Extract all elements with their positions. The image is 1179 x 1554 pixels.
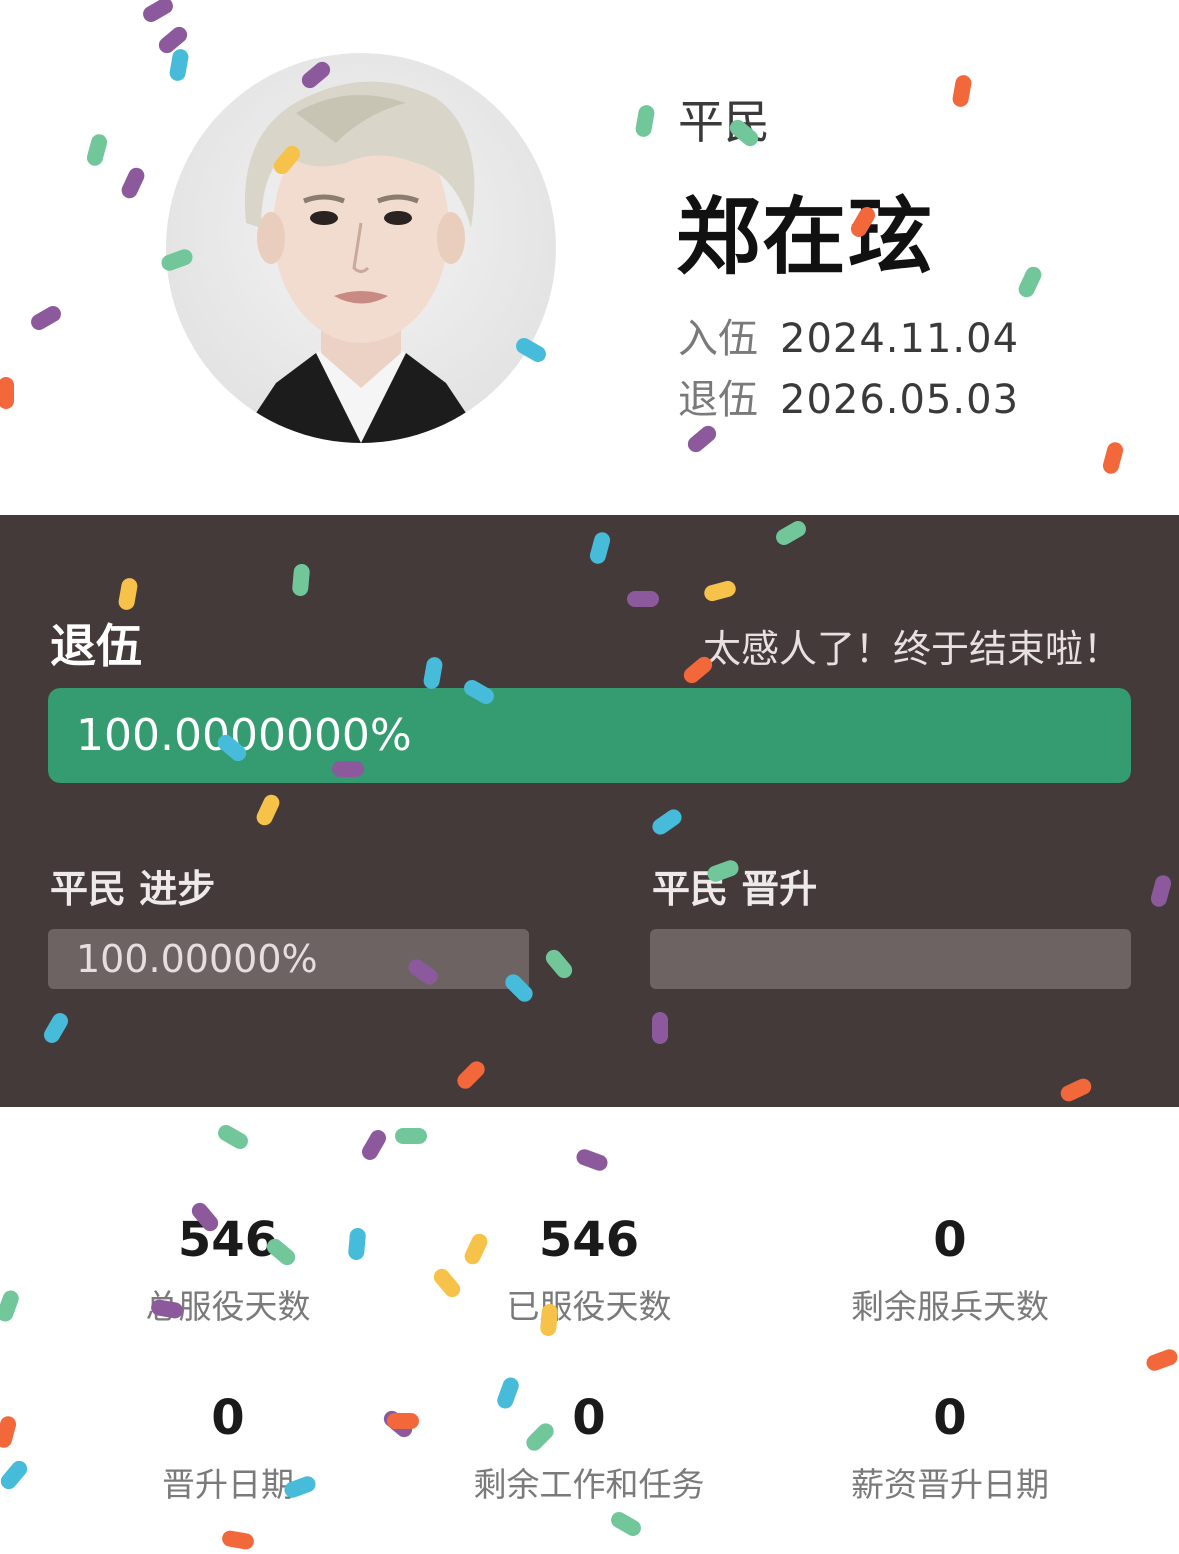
- profile-avatar: [166, 53, 556, 443]
- confetti-piece: [218, 1125, 248, 1149]
- confetti-piece: [0, 1290, 19, 1322]
- confetti-piece: [1146, 1349, 1178, 1371]
- stat-label: 总服役天数: [145, 1287, 311, 1326]
- rank-progress-text: 100.00000%: [76, 937, 318, 981]
- confetti-piece: [169, 49, 189, 81]
- confetti-piece: [31, 306, 61, 330]
- enlist-date-row: 入伍 2024.11.04: [678, 306, 1019, 364]
- stat-label: 已服役天数: [506, 1287, 672, 1326]
- confetti-piece: [86, 134, 108, 166]
- stat-value: 546: [177, 1212, 279, 1268]
- panel-message: 太感人了！终于结束啦！: [702, 627, 1121, 671]
- confetti-piece: [121, 167, 145, 199]
- stat-remaining-tasks: 0 剩余工作和任务: [409, 1390, 769, 1506]
- stat-served-days: 546 已服役天数: [409, 1212, 769, 1328]
- confetti-piece: [158, 26, 188, 54]
- discharge-progress-text: 100.0000000%: [76, 710, 412, 761]
- soldier-name: 郑在玹: [676, 188, 935, 286]
- stat-value: 0: [211, 1390, 245, 1446]
- stat-label: 剩余工作和任务: [473, 1465, 705, 1504]
- confetti-piece: [635, 105, 655, 137]
- discharge-label: 退伍: [678, 377, 758, 423]
- confetti-piece: [0, 377, 14, 409]
- discharge-progress-bar: 100.0000000%: [48, 688, 1131, 783]
- confetti-piece: [611, 1512, 641, 1536]
- stat-salary-promotion-date: 0 薪资晋升日期: [770, 1390, 1130, 1506]
- confetti-piece: [687, 425, 717, 453]
- stat-label: 剩余服兵天数: [851, 1287, 1049, 1326]
- stat-label: 晋升日期: [162, 1465, 294, 1504]
- panel-title: 退伍: [50, 619, 142, 673]
- promotion-progress-bar: [650, 929, 1131, 989]
- stat-value: 0: [933, 1212, 967, 1268]
- promotion-progress-label: 平民 晋升: [652, 867, 818, 911]
- confetti-piece: [222, 1530, 254, 1550]
- confetti-piece: [0, 1460, 28, 1490]
- stat-value: 0: [933, 1390, 967, 1446]
- avatar-portrait: [236, 81, 486, 443]
- progress-panel: [0, 515, 1179, 1107]
- stat-remaining-days: 0 剩余服兵天数: [770, 1212, 1130, 1328]
- discharge-date-row: 退伍 2026.05.03: [678, 367, 1019, 425]
- confetti-piece: [143, 0, 173, 22]
- confetti-piece: [362, 1130, 386, 1160]
- confetti-piece: [0, 1416, 17, 1448]
- confetti-piece: [395, 1128, 427, 1144]
- rank-progress-bar: 100.00000%: [48, 929, 529, 989]
- stat-label: 薪资晋升日期: [851, 1465, 1049, 1504]
- discharge-date: 2026.05.03: [780, 377, 1020, 423]
- confetti-piece: [576, 1149, 608, 1171]
- stat-total-days: 546 总服役天数: [48, 1212, 408, 1328]
- stat-promotion-date: 0 晋升日期: [48, 1390, 408, 1506]
- rank-progress-label: 平民 进步: [50, 867, 216, 911]
- rank-label: 平民: [678, 95, 770, 149]
- confetti-piece: [1018, 266, 1042, 298]
- stat-value: 0: [572, 1390, 606, 1446]
- stat-value: 546: [538, 1212, 640, 1268]
- confetti-piece: [952, 75, 972, 107]
- enlist-date: 2024.11.04: [780, 316, 1020, 362]
- enlist-label: 入伍: [678, 316, 758, 362]
- confetti-piece: [1102, 442, 1124, 474]
